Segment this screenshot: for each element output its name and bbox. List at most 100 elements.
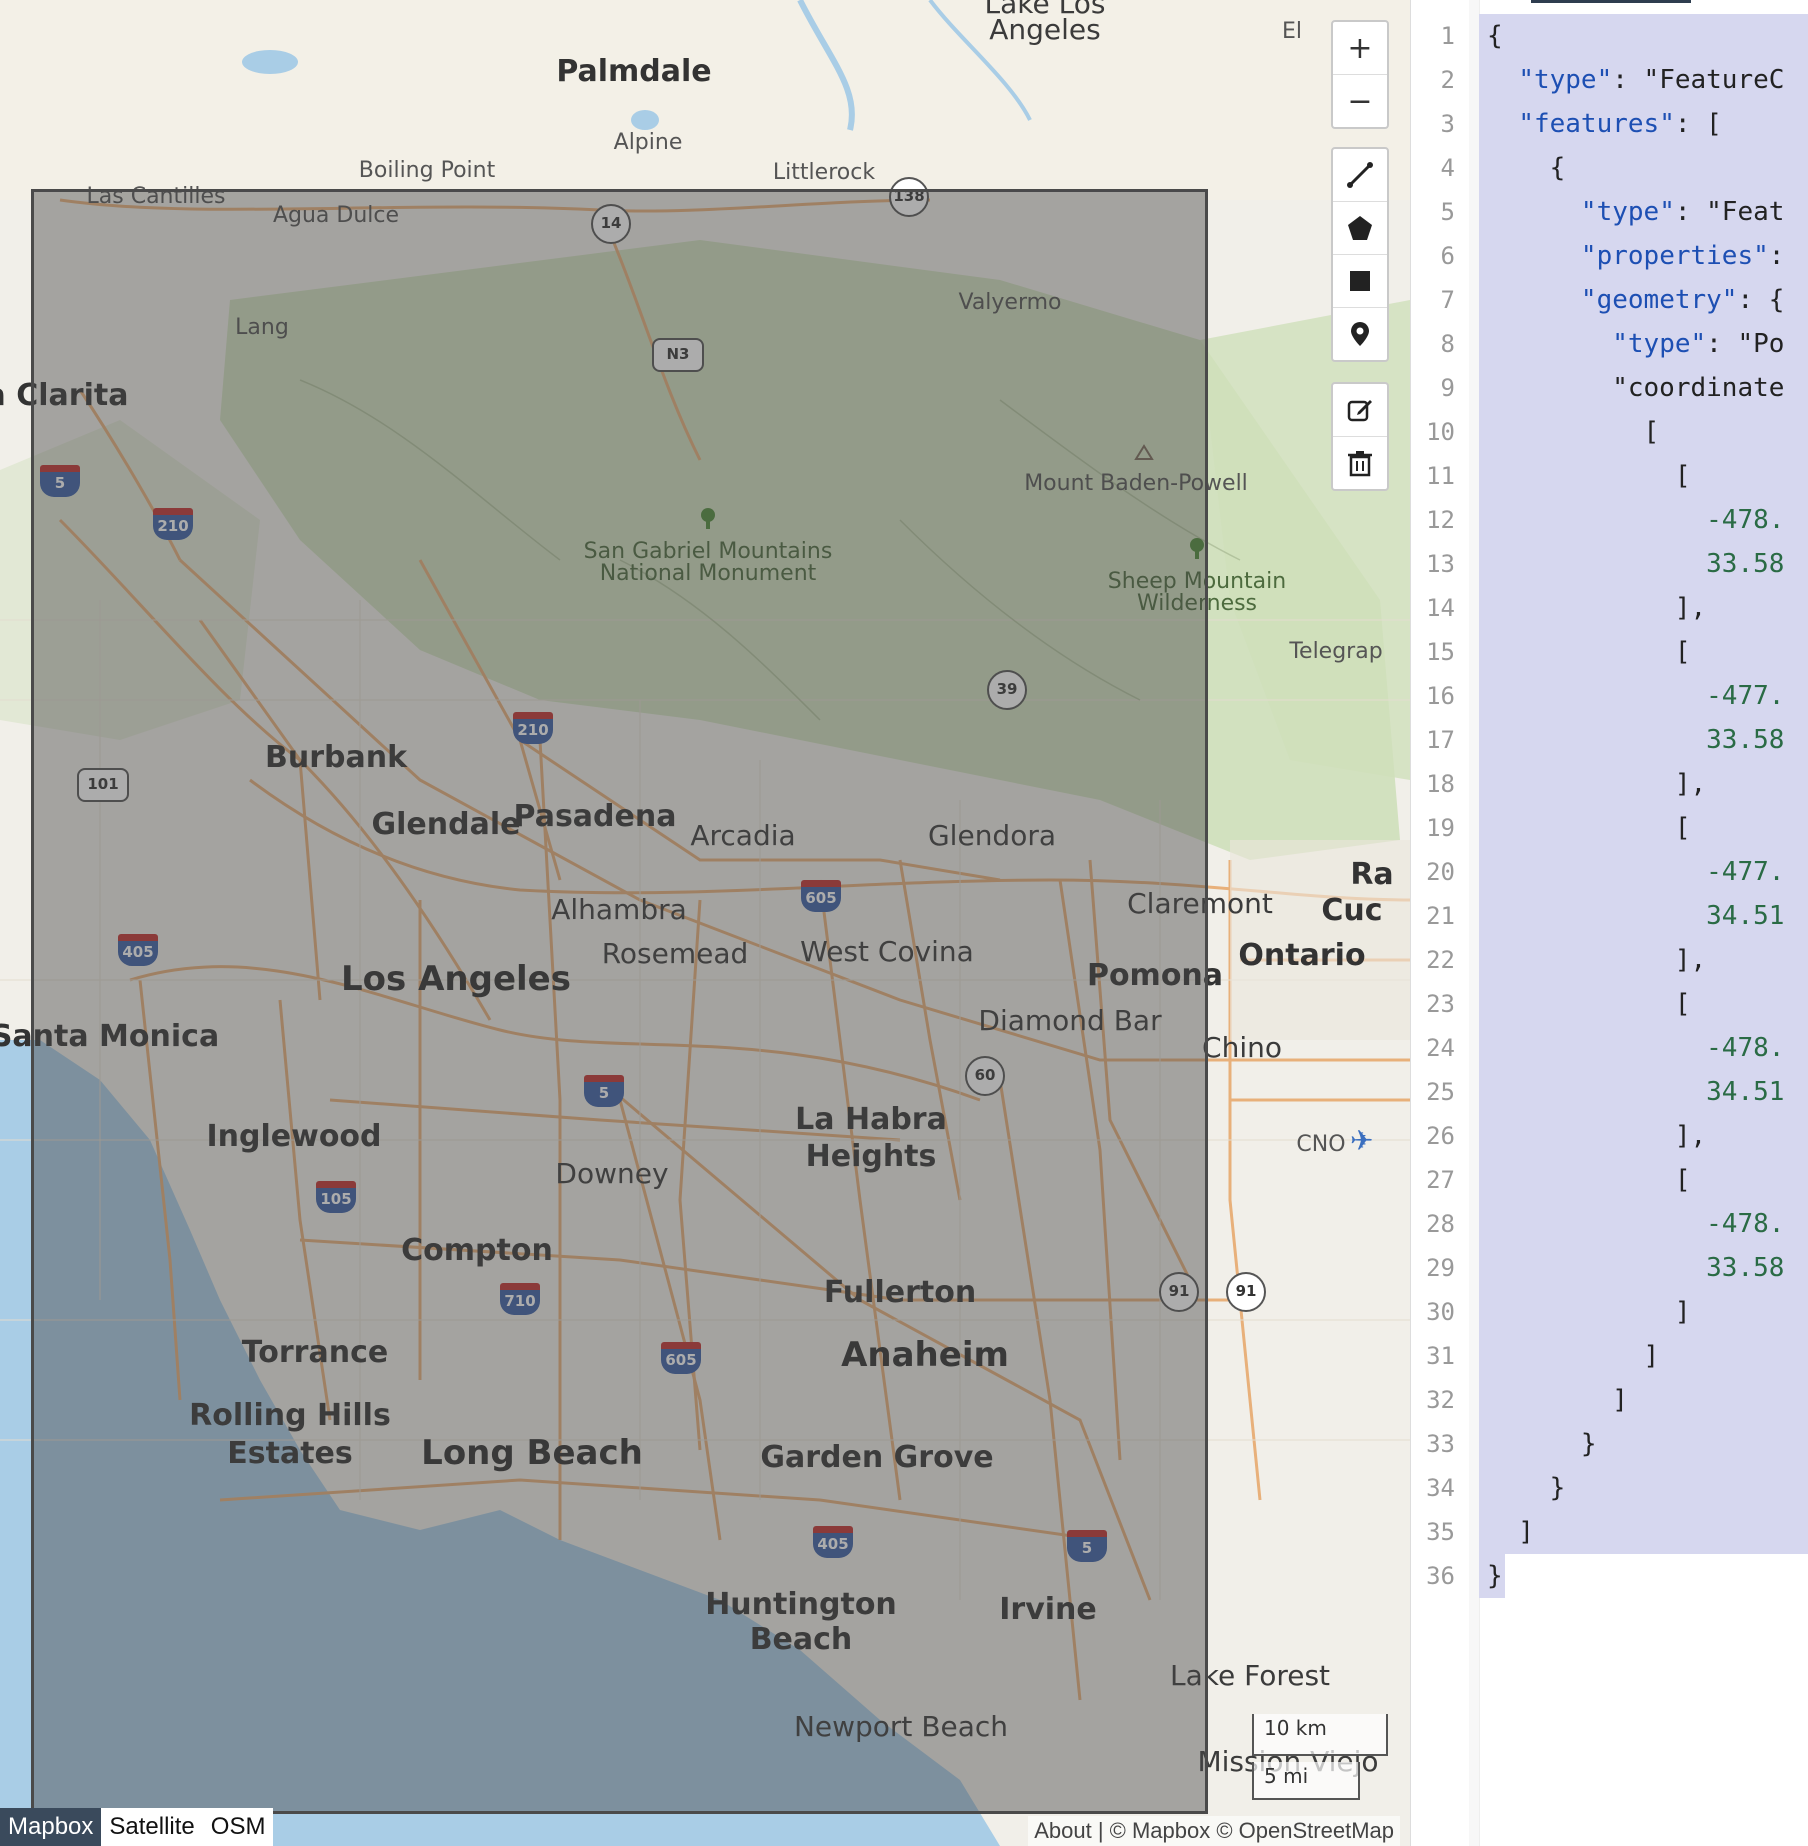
code-line[interactable]: 34.51 xyxy=(1479,894,1808,938)
draw-line-button[interactable] xyxy=(1333,149,1387,201)
code-line[interactable]: ], xyxy=(1479,586,1808,630)
layer-osm[interactable]: OSM xyxy=(202,1808,274,1846)
place-label: Palmdale xyxy=(556,54,712,89)
line-number: 27 xyxy=(1426,1166,1455,1194)
svg-text:✈: ✈ xyxy=(1350,1124,1373,1157)
place-label: CNO xyxy=(1296,1132,1346,1157)
place-label: Ontario xyxy=(1238,938,1366,973)
line-number: 17 xyxy=(1426,726,1455,754)
line-number: 24 xyxy=(1426,1034,1455,1062)
line-numbers: 1 2 3 4 5 6 7 8 9 10 11 12 13 14 15 16 17 18 19 20 21 22 23 24 2… xyxy=(1411,14,1469,1598)
line-number: 6 xyxy=(1440,242,1455,270)
line-number: 28 xyxy=(1426,1210,1455,1238)
place-label: Alpine xyxy=(613,130,683,155)
code-line[interactable]: } xyxy=(1479,1554,1505,1598)
code-line[interactable]: 33.58 xyxy=(1479,1246,1808,1290)
code-line[interactable]: ] xyxy=(1479,1290,1808,1334)
scale-bar-mi: 5 mi xyxy=(1252,1762,1360,1800)
map-canvas[interactable]: ✈ Lake Los Angeles Palmdale Alpine Boili… xyxy=(0,0,1410,1846)
line-number: 10 xyxy=(1426,418,1455,446)
place-label: Telegrap xyxy=(1289,639,1383,664)
edit-icon xyxy=(1347,400,1372,422)
code-line[interactable]: } xyxy=(1479,1466,1808,1510)
line-number: 12 xyxy=(1426,506,1455,534)
line-number: 22 xyxy=(1426,946,1455,974)
line-number: 8 xyxy=(1440,330,1455,358)
delete-layers-button[interactable] xyxy=(1333,436,1387,489)
marker-icon xyxy=(1351,322,1369,346)
line-number: 16 xyxy=(1426,682,1455,710)
code-line[interactable]: "type": "Po xyxy=(1479,322,1808,366)
line-number: 9 xyxy=(1440,374,1455,402)
code-line[interactable]: [ xyxy=(1479,1158,1808,1202)
draw-marker-button[interactable] xyxy=(1333,307,1387,360)
rectangle-icon xyxy=(1350,271,1370,291)
code-line[interactable]: -478. xyxy=(1479,498,1808,542)
code-line[interactable]: ], xyxy=(1479,938,1808,982)
code-line[interactable]: "type": "FeatureC xyxy=(1479,58,1808,102)
zoom-in-button[interactable]: + xyxy=(1333,22,1387,74)
layer-satellite[interactable]: Satellite xyxy=(101,1808,203,1846)
code-line[interactable]: [ xyxy=(1479,806,1808,850)
code-line[interactable]: "properties": xyxy=(1479,234,1808,278)
geojson-editor[interactable]: 1 2 3 4 5 6 7 8 9 10 11 12 13 14 15 16 17 18 19 20 21 22 23 24 2… xyxy=(1410,0,1808,1846)
draw-tools xyxy=(1331,147,1389,362)
code-line[interactable]: 33.58 xyxy=(1479,718,1808,762)
code-line[interactable]: -478. xyxy=(1479,1202,1808,1246)
line-number: 21 xyxy=(1426,902,1455,930)
place-label: Cuc xyxy=(1321,893,1383,928)
line-number: 2 xyxy=(1440,66,1455,94)
line-number: 15 xyxy=(1426,638,1455,666)
code-line[interactable]: -478. xyxy=(1479,1026,1808,1070)
line-number: 5 xyxy=(1440,198,1455,226)
draw-polygon-button[interactable] xyxy=(1333,201,1387,254)
drawn-polygon[interactable] xyxy=(31,189,1208,1814)
code-line[interactable]: 34.51 xyxy=(1479,1070,1808,1114)
editor-tab-indicator xyxy=(1531,0,1691,3)
edit-tools xyxy=(1331,382,1389,491)
code-line[interactable]: ], xyxy=(1479,762,1808,806)
line-number: 32 xyxy=(1426,1386,1455,1414)
code-line[interactable]: -477. xyxy=(1479,674,1808,718)
code-line[interactable]: } xyxy=(1479,1422,1808,1466)
edit-layers-button[interactable] xyxy=(1333,384,1387,436)
line-number: 26 xyxy=(1426,1122,1455,1150)
line-number: 33 xyxy=(1426,1430,1455,1458)
code-line[interactable]: [ xyxy=(1479,630,1808,674)
highway-shield: 91 xyxy=(1226,1272,1266,1312)
code-line[interactable]: [ xyxy=(1479,410,1808,454)
line-number: 7 xyxy=(1440,286,1455,314)
code-line[interactable]: ] xyxy=(1479,1334,1808,1378)
code-line[interactable]: "coordinate xyxy=(1479,366,1808,410)
line-number: 36 xyxy=(1426,1562,1455,1590)
code-line[interactable]: "features": [ xyxy=(1479,102,1808,146)
code-line[interactable]: 33.58 xyxy=(1479,542,1808,586)
scale-km-label: 10 km xyxy=(1264,1716,1327,1740)
line-number: 23 xyxy=(1426,990,1455,1018)
zoom-controls: + − xyxy=(1331,20,1389,129)
scale-mi-label: 5 mi xyxy=(1264,1764,1309,1788)
place-label: Chino xyxy=(1202,1031,1282,1064)
line-number: 13 xyxy=(1426,550,1455,578)
code-line[interactable]: ] xyxy=(1479,1510,1808,1554)
code-line[interactable]: -477. xyxy=(1479,850,1808,894)
line-number: 14 xyxy=(1426,594,1455,622)
map-attribution[interactable]: About | © Mapbox © OpenStreetMap xyxy=(1028,1816,1400,1846)
zoom-out-button[interactable]: − xyxy=(1333,74,1387,127)
place-label: Angeles xyxy=(989,13,1101,46)
code-line[interactable]: { xyxy=(1479,14,1808,58)
code-line[interactable]: "type": "Feat xyxy=(1479,190,1808,234)
line-number: 4 xyxy=(1440,154,1455,182)
code-line[interactable]: [ xyxy=(1479,454,1808,498)
draw-rectangle-button[interactable] xyxy=(1333,254,1387,307)
line-number: 34 xyxy=(1426,1474,1455,1502)
code-line[interactable]: [ xyxy=(1479,982,1808,1026)
place-label: Littlerock xyxy=(772,160,876,185)
code-line[interactable]: "geometry": { xyxy=(1479,278,1808,322)
code-line[interactable]: ], xyxy=(1479,1114,1808,1158)
code-area[interactable]: { "type": "FeatureC "features": [ { "typ… xyxy=(1479,14,1808,1598)
layer-mapbox[interactable]: Mapbox xyxy=(0,1808,102,1846)
line-number: 1 xyxy=(1440,22,1455,50)
code-line[interactable]: { xyxy=(1479,146,1808,190)
code-line[interactable]: ] xyxy=(1479,1378,1808,1422)
